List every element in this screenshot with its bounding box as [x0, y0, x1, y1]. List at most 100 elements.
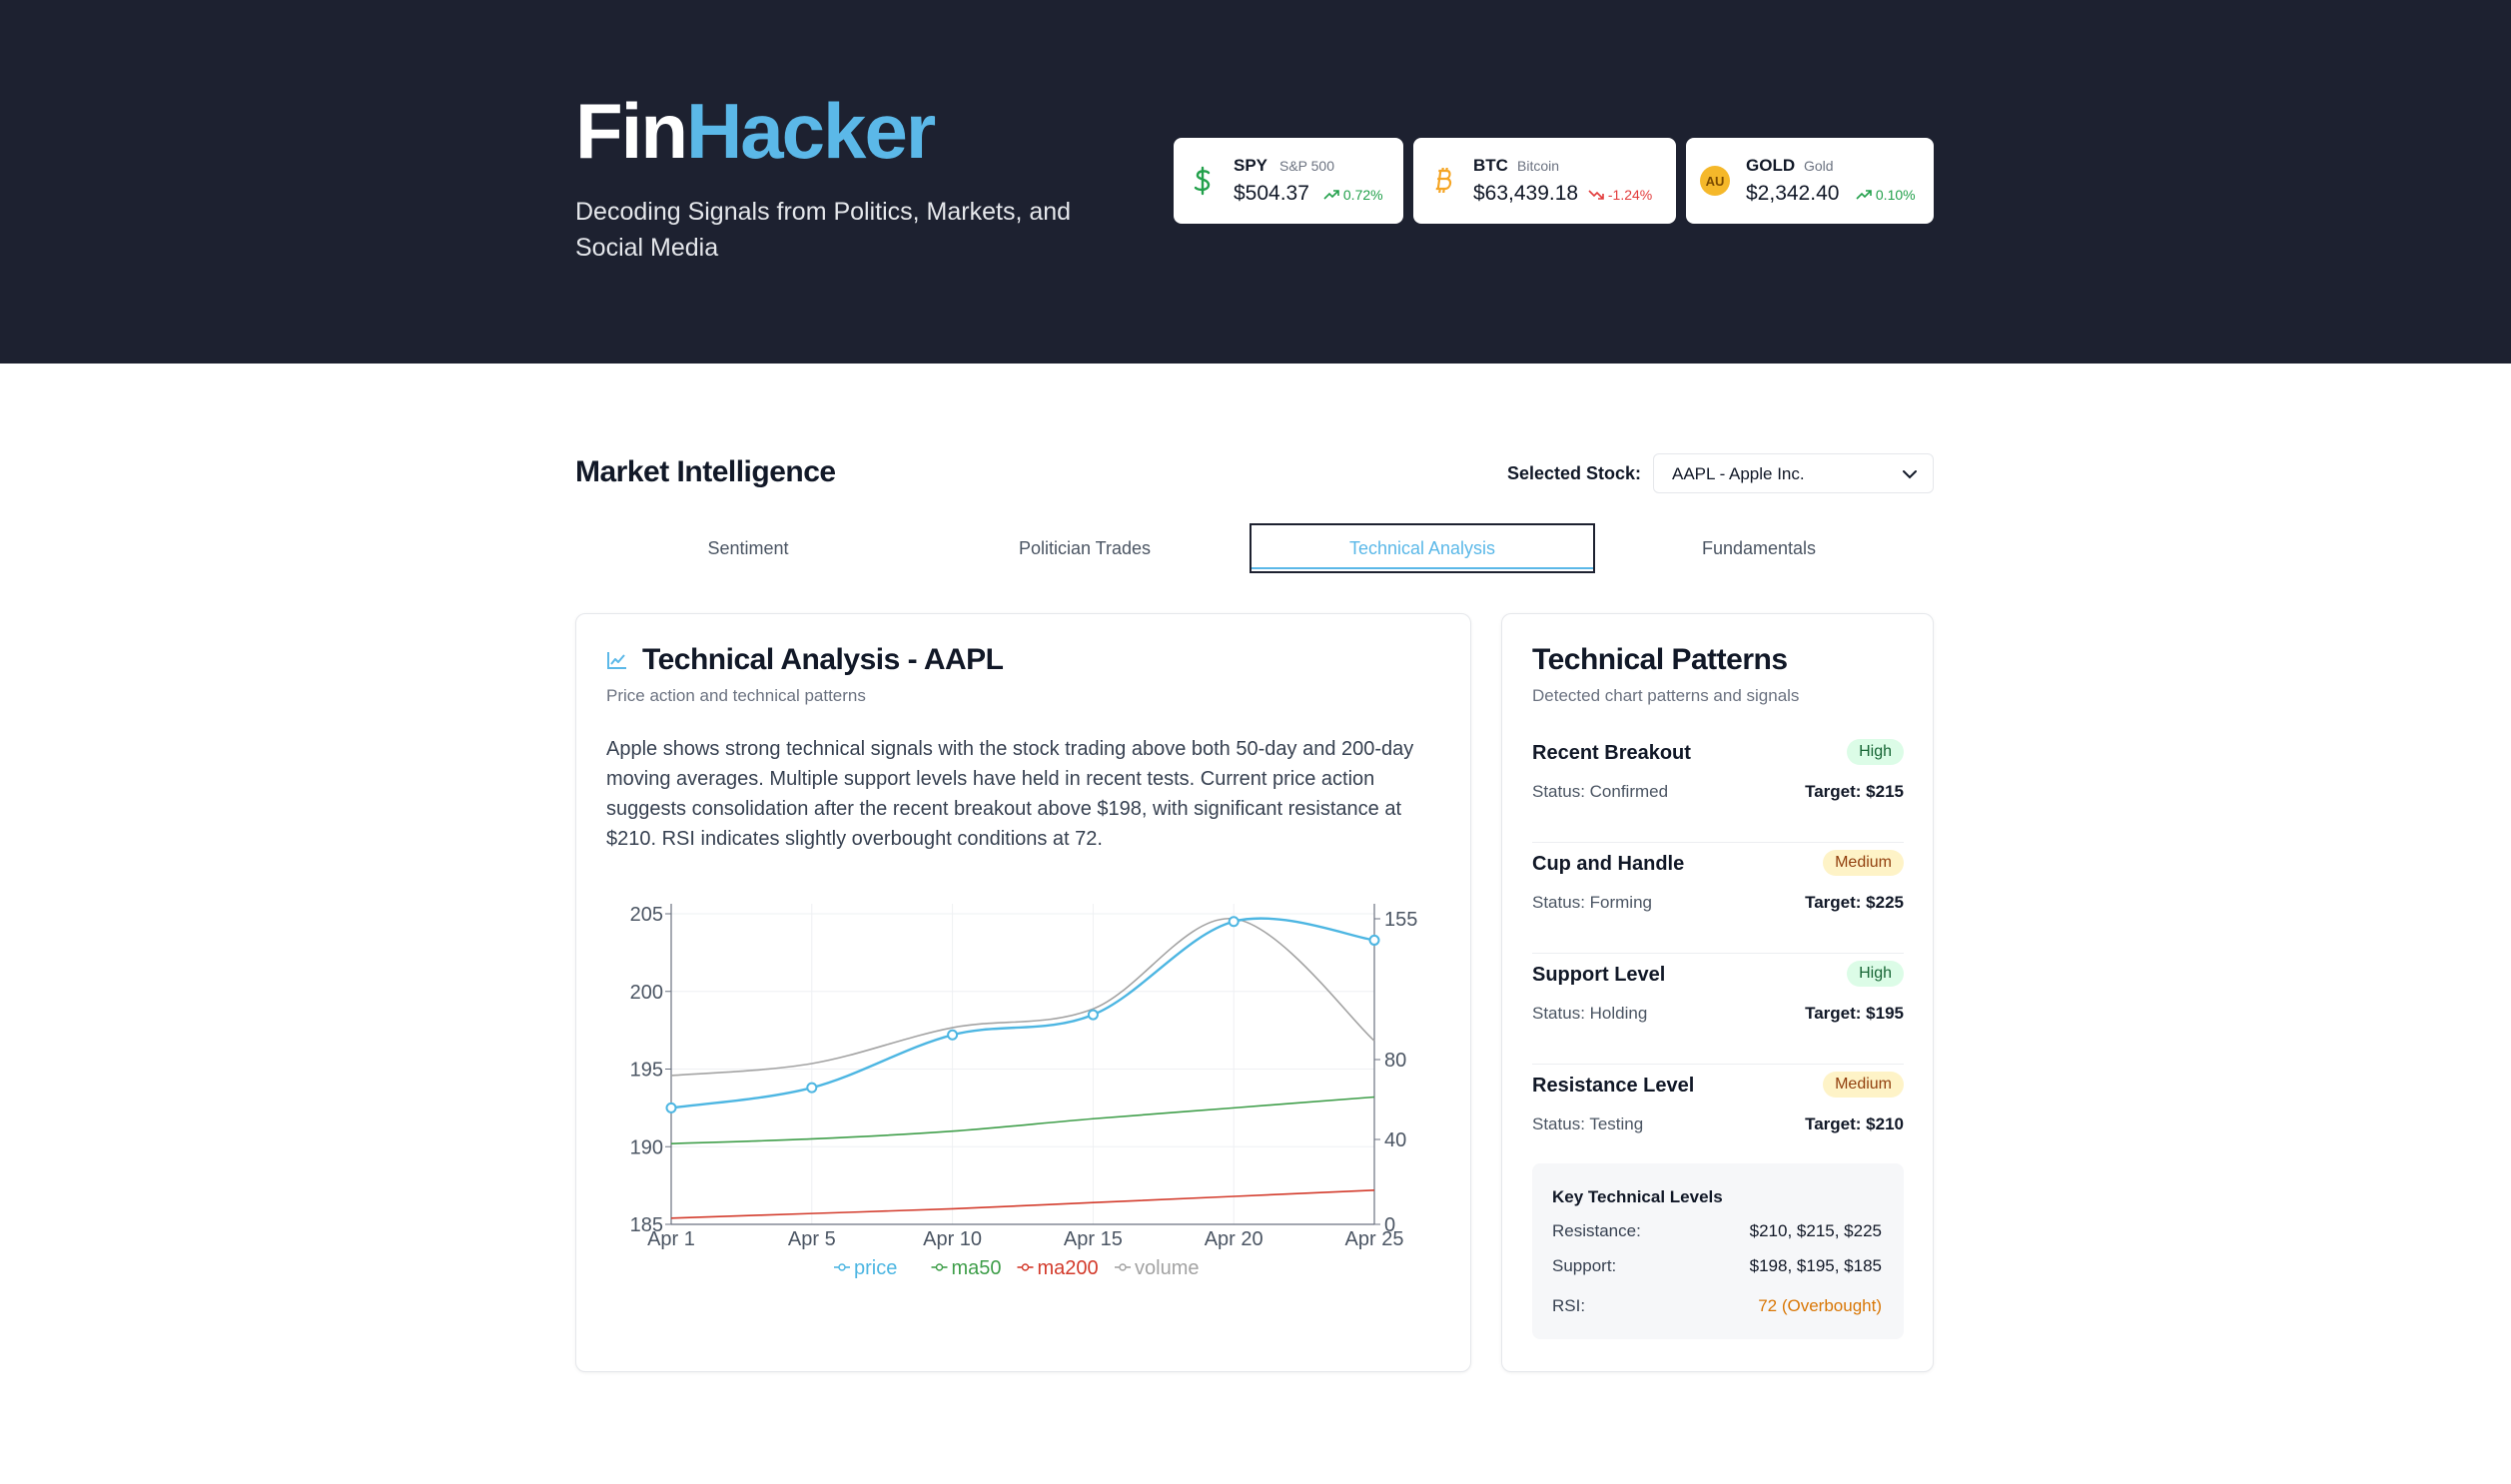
data-point-price: [947, 1029, 959, 1041]
legend-marker-ma50: [935, 1263, 944, 1271]
support-value: $198, $195, $185: [1749, 1256, 1882, 1275]
series-line-ma50: [670, 1096, 1375, 1144]
technical-chart[interactable]: 18519019520020504080155Apr 1 Apr 5 Apr 10 A…: [576, 874, 1472, 1303]
data-point-price: [1087, 1009, 1099, 1021]
data-point-price: [1368, 934, 1380, 946]
technical-patterns-card: Technical Patterns Detected chart patter…: [1501, 613, 1934, 1372]
stock-select-value: AAPL - Apple Inc.: [1672, 464, 1805, 483]
confidence-badge: Medium: [1823, 850, 1904, 876]
ticker-card-btc[interactable]: BTC Bitcoin $63,439.18 -1.24%: [1413, 138, 1676, 224]
ticker-symbol: SPY: [1234, 156, 1268, 175]
brand-part-fin: Fin: [575, 87, 688, 175]
legend-label-price: price: [854, 1257, 897, 1279]
key-levels-panel: Key Technical Levels Resistance: $210, $…: [1532, 1163, 1904, 1339]
ticker-card-gold[interactable]: AU GOLD Gold $2,342.40 0.10%: [1686, 138, 1934, 224]
pattern-target: Target: $225: [1805, 893, 1904, 912]
card-title: Technical Analysis - AAPL: [642, 643, 1004, 676]
legend-label-ma200: ma200: [1038, 1257, 1099, 1279]
pattern-name: Cup and Handle: [1532, 853, 1685, 875]
legend-marker-ma200: [1021, 1263, 1030, 1271]
ticker-price: $2,342.40: [1746, 182, 1840, 205]
pattern-target: Target: $210: [1805, 1114, 1904, 1133]
y-tick-label: 205: [630, 904, 663, 926]
dollar-icon: [1188, 166, 1218, 196]
ticker-name: Bitcoin: [1517, 158, 1560, 174]
brand-logo[interactable]: FinHacker: [575, 92, 936, 170]
rsi-label: RSI:: [1552, 1296, 1586, 1315]
trend-up-icon: [1856, 190, 1872, 200]
ticker-change: -1.24%: [1588, 187, 1652, 203]
pattern-name: Support Level: [1532, 964, 1666, 986]
trend-down-icon: [1588, 190, 1604, 200]
tab-sentiment[interactable]: Sentiment: [575, 523, 921, 573]
tab-politician-trades[interactable]: Politician Trades: [912, 523, 1257, 573]
chevron-down-icon: [1903, 470, 1917, 479]
gold-au-icon: AU: [1700, 166, 1730, 196]
tab-technical-analysis[interactable]: Technical Analysis: [1250, 523, 1595, 573]
ticker-card-spy[interactable]: SPY S&P 500 $504.37 0.72%: [1174, 138, 1403, 224]
pattern-status: Status: Forming: [1532, 893, 1652, 912]
ticker-name: Gold: [1804, 158, 1834, 174]
pattern-name: Resistance Level: [1532, 1075, 1695, 1097]
ticker-change-value: -1.24%: [1607, 187, 1653, 203]
card-subtitle: Price action and technical patterns: [606, 686, 866, 705]
legend-label-volume: volume: [1135, 1257, 1199, 1279]
y-tick-label: 195: [630, 1060, 663, 1082]
data-point-price: [665, 1102, 677, 1113]
ticker-name: S&P 500: [1279, 158, 1335, 174]
pattern-target: Target: $195: [1805, 1004, 1904, 1023]
brand-part-hacker: Hacker: [685, 87, 936, 175]
x-tick-label: Apr 25: [1345, 1228, 1404, 1250]
technical-analysis-card: Technical Analysis - AAPL Price action a…: [575, 613, 1471, 1372]
legend-marker-volume: [1119, 1263, 1127, 1271]
ticker-symbol: GOLD: [1746, 156, 1796, 175]
card-header: Technical Analysis - AAPL: [606, 643, 1004, 677]
key-levels-title: Key Technical Levels: [1552, 1187, 1723, 1206]
series-line-volume: [670, 918, 1375, 1077]
data-point-price: [1228, 916, 1240, 928]
x-tick-label: Apr 20: [1205, 1228, 1263, 1250]
card-title: Technical Patterns: [1532, 643, 1788, 676]
x-tick-label: Apr 15: [1064, 1228, 1123, 1250]
confidence-badge: Medium: [1823, 1072, 1904, 1098]
stock-select-label: Selected Stock:: [1507, 463, 1642, 483]
line-chart-icon: [607, 652, 626, 669]
legend-marker-price: [838, 1263, 846, 1271]
ticker-symbol: BTC: [1473, 156, 1508, 175]
pattern-target: Target: $215: [1805, 782, 1904, 801]
y-tick-label: 190: [630, 1136, 663, 1158]
x-tick-label: Apr 10: [923, 1228, 982, 1250]
confidence-badge: High: [1847, 739, 1904, 765]
hero-header: FinHacker Decoding Signals from Politics…: [0, 0, 2511, 364]
section-title: Market Intelligence: [575, 455, 836, 488]
tab-fundamentals[interactable]: Fundamentals: [1586, 523, 1932, 573]
y-right-tick-label: 155: [1384, 909, 1417, 931]
card-subtitle: Detected chart patterns and signals: [1532, 686, 1800, 705]
series-line-price: [670, 917, 1375, 1110]
analysis-summary: Apple shows strong technical signals wit…: [606, 738, 1414, 850]
legend-label-ma50: ma50: [952, 1257, 1002, 1279]
x-tick-label: Apr 5: [788, 1228, 836, 1250]
support-label: Support:: [1552, 1256, 1617, 1275]
resistance-value: $210, $215, $225: [1749, 1221, 1882, 1240]
pattern-status: Status: Holding: [1532, 1004, 1648, 1023]
trend-up-icon: [1323, 190, 1339, 200]
ticker-change: 0.10%: [1856, 187, 1916, 203]
y-right-tick-label: 40: [1384, 1129, 1406, 1151]
x-tick-label: Apr 1: [647, 1228, 695, 1250]
ticker-change-value: 0.10%: [1875, 187, 1916, 203]
y-right-tick-label: 80: [1384, 1050, 1406, 1072]
resistance-label: Resistance:: [1552, 1221, 1641, 1240]
stock-select[interactable]: AAPL - Apple Inc.: [1653, 453, 1934, 493]
ticker-change: 0.72%: [1323, 187, 1383, 203]
rsi-value: 72 (Overbought): [1758, 1296, 1882, 1315]
pattern-item: Resistance Level Medium Status: Testing …: [1532, 1065, 1904, 1175]
pattern-item: Support Level High Status: Holding Targe…: [1532, 954, 1904, 1065]
tagline: Decoding Signals from Politics, Markets,…: [575, 198, 1072, 262]
y-tick-label: 200: [630, 982, 663, 1004]
series-line-ma200: [670, 1188, 1375, 1219]
pattern-status: Status: Testing: [1532, 1114, 1644, 1133]
bitcoin-icon: [1427, 166, 1457, 196]
ticker-price: $63,439.18: [1473, 182, 1579, 205]
pattern-status: Status: Confirmed: [1532, 782, 1669, 801]
